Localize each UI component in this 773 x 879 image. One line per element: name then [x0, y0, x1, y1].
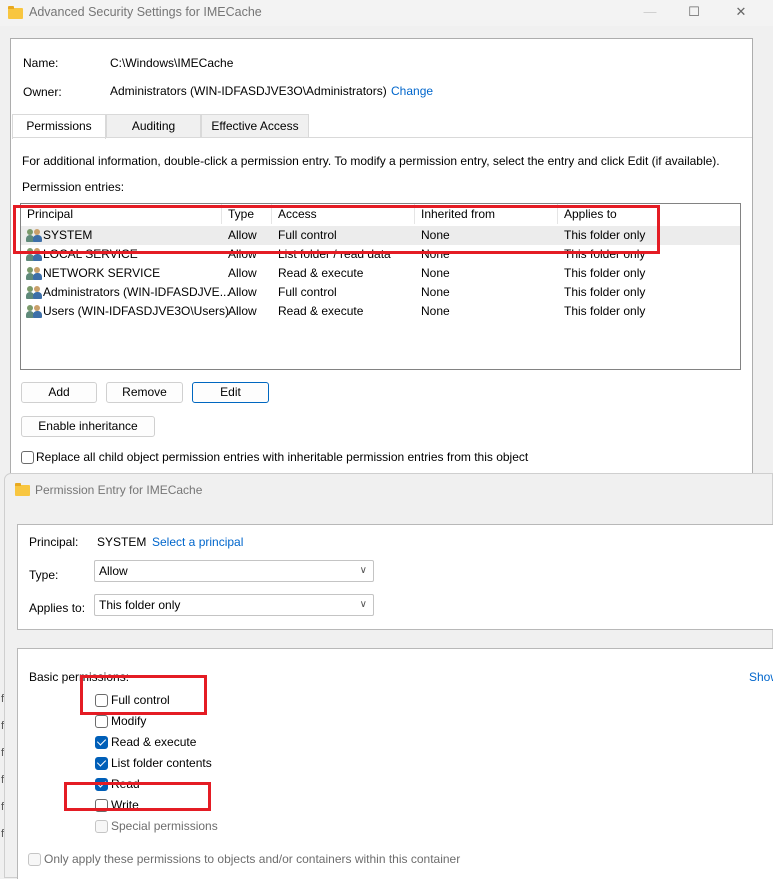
- permission-entry-window: Permission Entry for IMECache Principal:…: [4, 473, 773, 879]
- cell-type: Allow: [228, 247, 257, 261]
- permission-label-special-permissions: Special permissions: [111, 819, 218, 833]
- remove-button[interactable]: Remove: [106, 382, 183, 403]
- permission-entries-label: Permission entries:: [22, 180, 125, 194]
- column-header-inherited-from[interactable]: Inherited from: [415, 204, 558, 224]
- column-header-type[interactable]: Type: [222, 204, 272, 224]
- cell-principal: Administrators (WIN-IDFASDJVE...: [43, 285, 230, 299]
- users-group-icon: [26, 248, 42, 261]
- permission-label-list-folder-contents: List folder contents: [111, 756, 212, 770]
- edit-button[interactable]: Edit: [192, 382, 269, 403]
- users-group-icon: [26, 305, 42, 318]
- column-header-applies-to[interactable]: Applies to: [558, 204, 740, 224]
- type-dropdown-value: Allow: [99, 564, 128, 578]
- cell-principal: SYSTEM: [43, 228, 93, 242]
- minimize-button[interactable]: —: [640, 3, 660, 21]
- permission-entry-row[interactable]: LOCAL SERVICE Allow List folder / read dat…: [21, 245, 740, 264]
- entry-window-title: Permission Entry for IMECache: [35, 483, 203, 497]
- cell-access: Read & execute: [278, 304, 364, 318]
- tab-effective-access[interactable]: Effective Access: [201, 114, 309, 138]
- enable-inheritance-button[interactable]: Enable inheritance: [21, 416, 155, 437]
- cell-access: Full control: [278, 285, 337, 299]
- cell-type: Allow: [228, 304, 257, 318]
- permission-checkbox-read-execute[interactable]: [95, 736, 108, 749]
- cell-principal: Users (WIN-IDFASDJVE3O\Users): [43, 304, 230, 318]
- permission-label-modify: Modify: [111, 714, 147, 728]
- permission-label-read-execute: Read & execute: [111, 735, 197, 749]
- only-apply-within-container-checkbox[interactable]: [28, 853, 41, 866]
- permission-checkbox-special-permissions[interactable]: [95, 820, 108, 833]
- chevron-down-icon: ∨: [359, 565, 367, 576]
- cell-principal: LOCAL SERVICE: [43, 247, 138, 261]
- applies-to-label: Applies to:: [29, 601, 86, 615]
- info-text: For additional information, double-click…: [22, 154, 720, 168]
- permission-entry-row[interactable]: Users (WIN-IDFASDJVE3O\Users) Allow Read &…: [21, 302, 740, 321]
- change-owner-link[interactable]: Change: [391, 84, 433, 98]
- permission-checkbox-full-control[interactable]: [95, 694, 108, 707]
- cell-inherited-from: None: [421, 247, 450, 261]
- name-label: Name:: [23, 56, 59, 70]
- add-button[interactable]: Add: [21, 382, 97, 403]
- cell-access: Full control: [278, 228, 337, 242]
- cell-inherited-from: None: [421, 266, 450, 280]
- owner-label: Owner:: [23, 85, 62, 99]
- cell-inherited-from: None: [421, 285, 450, 299]
- maximize-button[interactable]: ☐: [684, 3, 704, 21]
- permission-entry-row[interactable]: SYSTEM Allow Full control None This folder o…: [21, 226, 740, 245]
- folder-icon: [15, 483, 30, 496]
- replace-child-permissions-checkbox[interactable]: [21, 451, 34, 464]
- column-header-access[interactable]: Access: [272, 204, 415, 224]
- chevron-down-icon: ∨: [359, 599, 367, 610]
- permission-entry-row[interactable]: NETWORK SERVICE Allow Read & execute None Th…: [21, 264, 740, 283]
- replace-child-permissions-label: Replace all child object permission entr…: [36, 450, 529, 464]
- only-apply-within-container-label: Only apply these permissions to objects …: [44, 852, 461, 866]
- tab-auditing[interactable]: Auditing: [106, 114, 201, 138]
- tab-divider: [12, 137, 752, 138]
- permission-entry-row[interactable]: Administrators (WIN-IDFASDJVE... Allow Ful…: [21, 283, 740, 302]
- users-group-icon: [26, 267, 42, 280]
- type-dropdown[interactable]: Allow ∨: [94, 560, 374, 582]
- applies-to-dropdown[interactable]: This folder only ∨: [94, 594, 374, 616]
- cell-access: List folder / read data: [278, 247, 391, 261]
- cell-applies-to: This folder only: [564, 247, 646, 261]
- cell-type: Allow: [228, 228, 257, 242]
- cell-type: Allow: [228, 266, 257, 280]
- principal-value: SYSTEM: [97, 535, 147, 549]
- cell-applies-to: This folder only: [564, 228, 646, 242]
- owner-value: Administrators (WIN-IDFASDJVE3O\Administ…: [110, 84, 387, 98]
- permission-label-read: Read: [111, 777, 140, 791]
- permission-entries-list[interactable]: Principal Type Access Inherited from App…: [20, 203, 741, 370]
- permission-label-full-control: Full control: [111, 693, 170, 707]
- close-button[interactable]: ✕: [731, 3, 751, 21]
- applies-to-dropdown-value: This folder only: [99, 598, 181, 612]
- permissions-panel: Basic permissions: Show Full control Modi…: [17, 648, 773, 879]
- users-group-icon: [26, 286, 42, 299]
- permission-checkbox-list-folder-contents[interactable]: [95, 757, 108, 770]
- cell-applies-to: This folder only: [564, 266, 646, 280]
- show-advanced-permissions-link[interactable]: Show: [749, 670, 773, 684]
- window-title: Advanced Security Settings for IMECache: [29, 5, 262, 19]
- name-value: C:\Windows\IMECache: [110, 56, 234, 70]
- permission-checkbox-write[interactable]: [95, 799, 108, 812]
- tab-permissions[interactable]: Permissions: [12, 114, 106, 139]
- permission-label-write: Write: [111, 798, 139, 812]
- users-group-icon: [26, 229, 42, 242]
- column-header-principal[interactable]: Principal: [21, 204, 222, 224]
- principal-panel: Principal: SYSTEM Select a principal Typ…: [17, 524, 773, 630]
- cell-access: Read & execute: [278, 266, 364, 280]
- type-label: Type:: [29, 568, 59, 582]
- cell-applies-to: This folder only: [564, 304, 646, 318]
- cell-applies-to: This folder only: [564, 285, 646, 299]
- cell-type: Allow: [228, 285, 257, 299]
- folder-icon: [8, 6, 23, 19]
- cell-inherited-from: None: [421, 304, 450, 318]
- cell-principal: NETWORK SERVICE: [43, 266, 161, 280]
- cell-inherited-from: None: [421, 228, 450, 242]
- permission-checkbox-read[interactable]: [95, 778, 108, 791]
- permission-checkbox-modify[interactable]: [95, 715, 108, 728]
- title-bar: Advanced Security Settings for IMECache …: [0, 0, 773, 26]
- basic-permissions-label: Basic permissions:: [29, 670, 130, 684]
- principal-label: Principal:: [29, 535, 79, 549]
- select-principal-link[interactable]: Select a principal: [152, 535, 243, 549]
